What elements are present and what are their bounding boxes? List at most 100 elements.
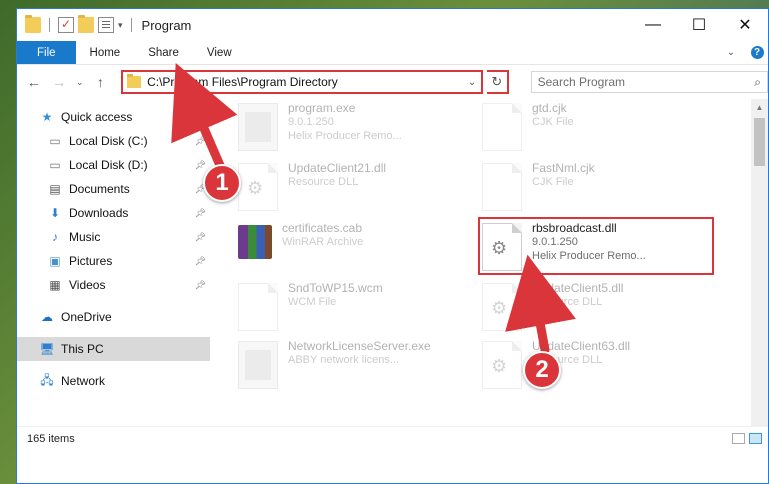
sidebar-item-pictures[interactable]: ▣ Pictures 📌︎: [17, 249, 210, 273]
list-item[interactable]: ⚙ UpdateClient63.dll Resource DLL: [482, 339, 722, 395]
list-item[interactable]: FastNml.cjk CJK File: [482, 161, 722, 217]
content-area: ★ Quick access ▭ Local Disk (C:) 📌︎ ▭ Lo…: [17, 99, 768, 426]
folder-icon: [25, 15, 41, 33]
tab-share[interactable]: Share: [134, 41, 193, 64]
sidebar-item-music[interactable]: ♪ Music 📌︎: [17, 225, 210, 249]
dll-icon: ⚙: [482, 341, 522, 389]
gear-icon: ⚙: [491, 356, 508, 376]
sidebar-item-label: Quick access: [61, 110, 133, 124]
sidebar-item-quick-access[interactable]: ★ Quick access: [17, 105, 210, 129]
recent-locations-chevron-icon[interactable]: ⌄: [74, 71, 86, 93]
pin-icon: 📌︎: [194, 231, 206, 242]
videos-icon: ▦: [49, 278, 61, 292]
file-name: certificates.cab: [282, 221, 363, 235]
expand-ribbon-icon[interactable]: ⌄: [716, 41, 746, 64]
toolbar-divider: [49, 18, 50, 32]
network-icon: 🖧︎: [40, 372, 54, 387]
address-bar[interactable]: C:\Program Files\Program Directory ⌄: [121, 70, 484, 94]
pin-icon: 📌︎: [194, 135, 206, 146]
step-1-badge: 1: [203, 164, 241, 202]
sidebar-item-videos[interactable]: ▦ Videos 📌︎: [17, 273, 210, 297]
sidebar-item-onedrive[interactable]: ☁ OneDrive: [17, 305, 210, 329]
exe-icon: [238, 103, 278, 151]
sidebar-item-label: Local Disk (D:): [69, 158, 148, 172]
list-item[interactable]: certificates.cab WinRAR Archive: [238, 221, 478, 277]
close-button[interactable]: ✕: [722, 9, 768, 41]
tab-file[interactable]: File: [17, 41, 76, 64]
scroll-up-icon[interactable]: ▲: [751, 99, 768, 116]
tab-view[interactable]: View: [193, 41, 246, 64]
minimize-button[interactable]: —: [630, 9, 676, 41]
sidebar-item-label: Downloads: [69, 206, 129, 220]
sidebar-item-label: Videos: [69, 278, 106, 292]
sidebar-item-local-disk-d[interactable]: ▭ Local Disk (D:) 📌︎: [17, 153, 210, 177]
sidebar-item-documents[interactable]: ▤ Documents 📌︎: [17, 177, 210, 201]
title-bar: ▾ Program — ☐ ✕: [17, 9, 768, 41]
address-path[interactable]: C:\Program Files\Program Directory: [147, 75, 463, 89]
list-item[interactable]: program.exe 9.0.1.250 Helix Producer Rem…: [238, 101, 478, 157]
gear-icon: ⚙: [247, 178, 264, 198]
customize-toolbar-icon[interactable]: [98, 17, 114, 33]
sidebar-item-label: Music: [69, 230, 101, 244]
file-description: ABBY network licens...: [288, 354, 400, 366]
scroll-thumb[interactable]: [754, 118, 765, 166]
new-folder-icon[interactable]: [78, 15, 94, 33]
step-2-badge: 2: [523, 351, 561, 389]
file-name: NetworkLicenseServer.exe: [288, 339, 431, 353]
document-icon: [238, 283, 278, 331]
sidebar-item-label: Network: [61, 374, 106, 388]
search-input[interactable]: Search Program ⌕: [530, 71, 768, 93]
maximize-button[interactable]: ☐: [676, 9, 722, 41]
file-type: CJK File: [532, 116, 574, 128]
exe-icon: [238, 341, 278, 389]
status-bar: 165 items: [17, 426, 768, 450]
navigation-pane: ★ Quick access ▭ Local Disk (C:) 📌︎ ▭ Lo…: [17, 99, 210, 426]
search-icon: ⌕: [754, 74, 761, 89]
chevron-down-icon[interactable]: ▾: [118, 20, 123, 31]
list-item[interactable]: gtd.cjk CJK File: [482, 101, 722, 157]
list-item[interactable]: NetworkLicenseServer.exe ABBY network li…: [238, 339, 478, 395]
sidebar-item-local-disk-c[interactable]: ▭ Local Disk (C:) 📌︎: [17, 129, 210, 153]
document-icon: [482, 103, 522, 151]
ribbon-tabs: File Home Share View ⌄ ?: [17, 41, 768, 65]
properties-check-icon[interactable]: [58, 17, 74, 33]
music-icon: ♪: [52, 230, 58, 244]
list-item[interactable]: ⚙ UpdateClient21.dll Resource DLL: [238, 161, 478, 217]
file-version: 9.0.1.250: [288, 116, 334, 128]
file-type: Resource DLL: [532, 296, 603, 308]
refresh-button[interactable]: ↻: [487, 70, 509, 94]
pin-icon: 📌︎: [194, 159, 206, 170]
details-view-icon[interactable]: [732, 433, 745, 444]
dll-icon: ⚙: [482, 283, 522, 331]
pin-icon: 📌︎: [194, 207, 206, 218]
forward-arrow-icon[interactable]: →: [48, 71, 69, 93]
sidebar-item-network[interactable]: 🖧︎ Network: [17, 369, 210, 393]
file-description: Helix Producer Remo...: [288, 130, 402, 142]
sidebar-item-this-pc[interactable]: 🖥︎ This PC: [17, 337, 210, 361]
list-item[interactable]: SndToWP15.wcm WCM File: [238, 281, 478, 337]
sidebar-item-downloads[interactable]: ⬇ Downloads 📌︎: [17, 201, 210, 225]
file-type: Resource DLL: [288, 176, 359, 188]
large-icons-view-icon[interactable]: [749, 433, 762, 444]
help-button[interactable]: ?: [746, 41, 768, 64]
star-icon: ★: [41, 110, 53, 124]
back-arrow-icon[interactable]: ←: [23, 71, 44, 93]
window-title: Program: [141, 17, 192, 33]
navigation-bar: ← → ⌄ ↑ C:\Program Files\Program Directo…: [17, 65, 768, 99]
tab-home[interactable]: Home: [76, 41, 135, 64]
up-arrow-icon[interactable]: ↑: [90, 71, 111, 93]
sidebar-item-label: Local Disk (C:): [69, 134, 148, 148]
drive-icon: ▭: [49, 158, 61, 172]
file-name: UpdateClient5.dll: [532, 281, 624, 295]
search-placeholder: Search Program: [537, 75, 625, 89]
file-name: FastNml.cjk: [532, 161, 595, 175]
vertical-scrollbar[interactable]: ▲: [751, 99, 768, 426]
dll-icon: ⚙: [238, 163, 278, 211]
list-item[interactable]: ⚙ UpdateClient5.dll Resource DLL: [482, 281, 722, 337]
view-toggle: [732, 433, 762, 444]
document-icon: [482, 163, 522, 211]
help-icon: ?: [750, 46, 764, 59]
quick-access-toolbar: ▾: [17, 15, 136, 33]
address-dropdown-icon[interactable]: ⌄: [463, 77, 481, 88]
documents-icon: ▤: [49, 182, 61, 196]
